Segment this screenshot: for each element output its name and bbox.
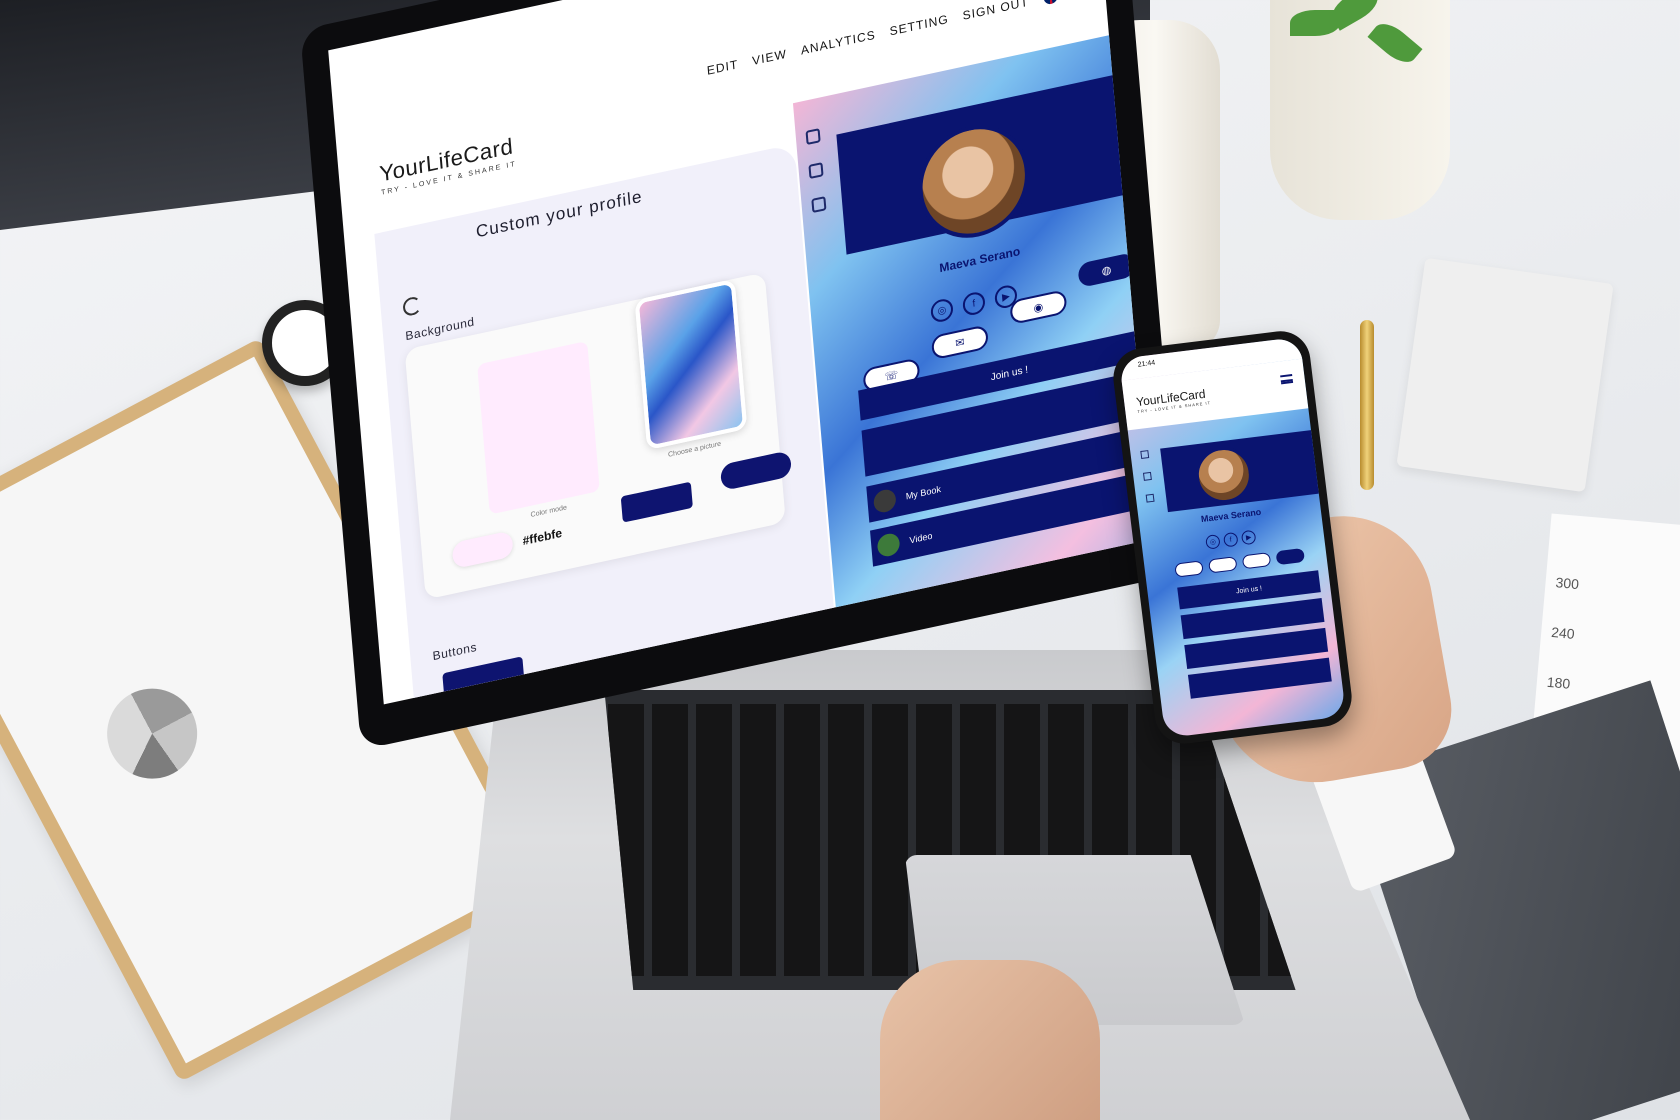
customize-panel: Custom your profile Background Color mod…: [374, 143, 842, 705]
card-preview: Maeva Serano ◎ f ▶ ◍ ◉ ✉ ☏ Join us ! My …: [792, 30, 1152, 704]
background-color-chip[interactable]: [451, 530, 514, 570]
button-color-sample[interactable]: [442, 656, 525, 700]
tick-label: 180: [1546, 673, 1571, 692]
link-thumbnail: [876, 531, 901, 559]
nav-edit[interactable]: EDIT: [706, 57, 739, 78]
color-mode-swatch[interactable]: [477, 340, 600, 515]
nav-view[interactable]: VIEW: [752, 47, 788, 68]
uk-flag-icon[interactable]: [1042, 0, 1060, 7]
phone-side-tools: [1140, 450, 1155, 503]
link-thumbnail: [872, 487, 897, 515]
link-label: My Book: [905, 483, 942, 502]
leaf-icon: [1367, 16, 1423, 70]
tick-label: 240: [1550, 623, 1576, 642]
nav-setting[interactable]: SETTING: [889, 12, 949, 39]
picture-swatch[interactable]: [634, 278, 748, 451]
facebook-icon[interactable]: f: [1222, 531, 1239, 548]
nav-analytics[interactable]: ANALYTICS: [800, 28, 876, 58]
plant-pot: [1270, 0, 1450, 220]
preview-side-tools: [805, 128, 827, 214]
background-hex: #ffebfe: [522, 525, 563, 549]
paint-icon[interactable]: [1142, 471, 1152, 481]
location-icon[interactable]: ◉: [1009, 289, 1068, 326]
location-icon[interactable]: [1241, 552, 1272, 570]
pie-chart-print: [91, 672, 214, 795]
share-icon[interactable]: [805, 128, 821, 146]
instagram-icon[interactable]: ◎: [930, 297, 954, 324]
facebook-icon[interactable]: f: [962, 290, 986, 317]
globe-icon[interactable]: [1275, 547, 1306, 566]
tick-label: 300: [1554, 574, 1580, 593]
hamburger-menu-icon[interactable]: [1280, 373, 1294, 385]
phone-icon[interactable]: [1174, 560, 1204, 578]
paint-icon[interactable]: [808, 162, 824, 180]
panel-title: Custom your profile: [475, 186, 644, 242]
link-label: Video: [909, 530, 933, 546]
gold-pen: [1360, 320, 1374, 490]
social-links: ◎ f ▶: [930, 283, 1018, 324]
app-window: EDIT VIEW ANALYTICS SETTING SIGN OUT You…: [328, 0, 1152, 705]
nav-sign-out[interactable]: SIGN OUT: [962, 0, 1029, 23]
phone-screen: 21:44 YourLifeCard TRY - LOVE IT & SHARE…: [1118, 336, 1347, 739]
color-mode-caption: Color mode: [530, 504, 568, 520]
button-hex: #0a1470: [514, 672, 563, 697]
buttons-label: Buttons: [432, 639, 478, 664]
brand-logo[interactable]: YourLifeCard TRY - LOVE IT & SHARE IT: [378, 133, 517, 197]
laptop-screen: EDIT VIEW ANALYTICS SETTING SIGN OUT You…: [300, 0, 1182, 750]
mail-icon[interactable]: [1208, 556, 1238, 574]
status-time: 21:44: [1137, 359, 1156, 369]
instagram-icon[interactable]: ◎: [1205, 534, 1221, 550]
play-icon[interactable]: ▶: [1240, 529, 1257, 546]
phone-social-links: ◎ f ▶: [1205, 529, 1257, 550]
qr-code-icon[interactable]: [1145, 493, 1155, 503]
hand-on-trackpad: [880, 960, 1100, 1120]
mail-icon[interactable]: ✉: [930, 324, 989, 361]
globe-icon[interactable]: ◍: [1077, 252, 1136, 289]
profile-name: Maeva Serano: [938, 243, 1021, 276]
spiral-notebook: [1396, 257, 1614, 493]
qr-code-icon[interactable]: [811, 196, 827, 214]
phone-profile-name: Maeva Serano: [1200, 506, 1262, 525]
share-icon[interactable]: [1140, 450, 1150, 459]
refresh-icon[interactable]: [402, 295, 422, 318]
